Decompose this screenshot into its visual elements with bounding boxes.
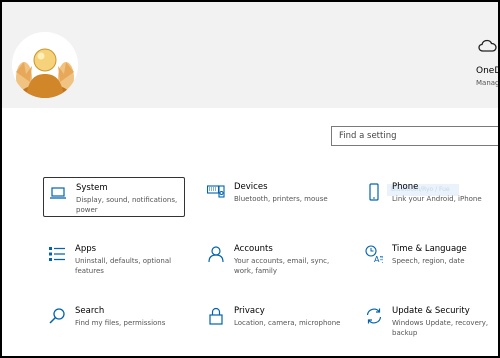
tile-privacy[interactable]: Privacy Location, camera, microphone: [202, 301, 344, 341]
settings-header: OneD Manag: [2, 2, 498, 108]
onedrive-title[interactable]: OneD: [476, 66, 498, 76]
tile-update-security[interactable]: Update & Security Windows Update, recove…: [360, 301, 498, 341]
tile-time-language[interactable]: A字 Time & Language Speech, region, date: [360, 239, 498, 279]
tile-desc: Bluetooth, printers, mouse: [234, 195, 328, 203]
lock-icon: [207, 307, 225, 325]
sync-icon: [365, 307, 383, 325]
onedrive-manage-link[interactable]: Manag: [476, 79, 498, 87]
tile-title: System: [76, 183, 108, 193]
phone-icon: [365, 183, 383, 201]
tile-desc: Windows Update, recovery, backup: [392, 319, 489, 337]
tile-title: Apps: [75, 244, 97, 254]
keyboard-speaker-icon: [206, 183, 225, 201]
tile-title: Time & Language: [392, 244, 467, 254]
tile-search[interactable]: Search Find my files, permissions: [43, 301, 185, 341]
tile-system[interactable]: System Display, sound, notifications, po…: [43, 177, 185, 217]
tile-title: Privacy: [234, 306, 265, 316]
search-placeholder: Find a setting: [339, 131, 397, 141]
tile-title: Update & Security: [392, 306, 470, 316]
tile-desc: Link your Android, iPhone: [392, 195, 482, 203]
tile-title: Accounts: [234, 244, 273, 254]
tile-desc: Display, sound, notifications, power: [76, 196, 178, 214]
apps-list-icon: [48, 245, 66, 263]
settings-window: OneD Manag Find a setting Bluetooth/Ryo …: [2, 2, 498, 356]
person-icon: [207, 245, 225, 263]
time-language-icon: A字: [365, 245, 387, 264]
tile-title: Devices: [234, 182, 268, 192]
user-avatar[interactable]: [12, 32, 78, 98]
tile-desc: Your accounts, email, sync, work, family: [234, 257, 330, 275]
laptop-icon: [49, 184, 67, 202]
tile-phone[interactable]: Phone Link your Android, iPhone: [360, 177, 498, 217]
tile-accounts[interactable]: Accounts Your accounts, email, sync, wor…: [202, 239, 344, 279]
tile-apps[interactable]: Apps Uninstall, defaults, optional featu…: [43, 239, 185, 279]
search-icon: [48, 307, 66, 325]
svg-text:A字: A字: [374, 254, 383, 263]
tile-desc: Find my files, permissions: [75, 319, 166, 327]
find-setting-search-box[interactable]: Find a setting: [331, 126, 498, 146]
tile-desc: Location, camera, microphone: [234, 319, 341, 327]
tile-desc: Speech, region, date: [392, 257, 465, 265]
tile-devices[interactable]: Devices Bluetooth, printers, mouse: [202, 177, 344, 217]
tile-title: Phone: [392, 182, 419, 192]
tile-desc: Uninstall, defaults, optional features: [75, 257, 172, 275]
tile-title: Search: [75, 306, 105, 316]
onedrive-cloud-icon[interactable]: [478, 38, 498, 54]
